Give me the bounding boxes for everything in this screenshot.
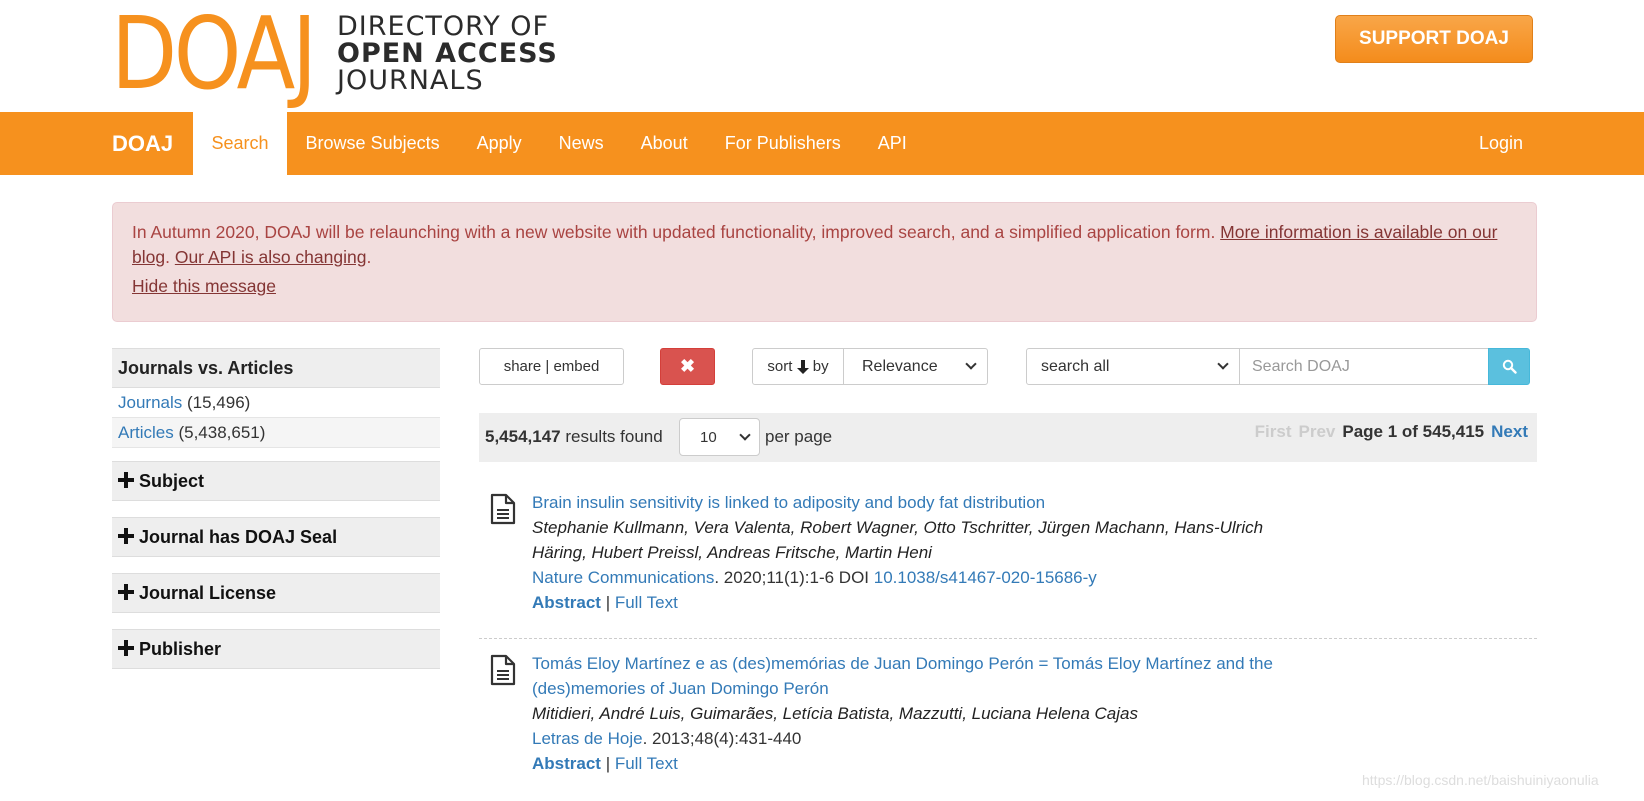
api-changing-link[interactable]: Our API is also changing: [175, 247, 367, 267]
relaunch-alert: In Autumn 2020, DOAJ will be relaunching…: [112, 202, 1537, 322]
plus-icon: [118, 584, 134, 600]
result-citation: Nature Communications. 2020;11(1):1-6 DO…: [532, 565, 1292, 590]
logo-line-1: DIRECTORY OF: [337, 11, 550, 42]
result-journal-link[interactable]: Letras de Hoje: [532, 729, 643, 748]
facet-journal-license-label: Journal License: [139, 583, 277, 603]
alert-text: In Autumn 2020, DOAJ will be relaunching…: [132, 222, 1221, 242]
main-navbar: DOAJ Search Browse Subjects Apply News A…: [0, 112, 1644, 175]
watermark: https://blog.csdn.net/baishuiniyaonulia: [1362, 772, 1599, 788]
search-field-select[interactable]: search all: [1026, 348, 1240, 385]
facet-sidebar: Journals vs. Articles Journals (15,496) …: [112, 348, 440, 669]
plus-icon: [118, 640, 134, 656]
results-total: 5,454,147: [485, 427, 561, 446]
results-found-label: results found: [560, 427, 663, 446]
logo-mark: DOAJ: [111, 0, 317, 112]
facet-journals-count: (15,496): [187, 393, 251, 412]
doaj-logo[interactable]: DOAJ DIRECTORY OF OPEN ACCESS JOURNALS: [111, 0, 558, 112]
site-header: DOAJ DIRECTORY OF OPEN ACCESS JOURNALS S…: [0, 0, 1644, 112]
search-input[interactable]: Search DOAJ: [1239, 348, 1489, 385]
result-authors: Mitidieri, André Luis, Guimarães, Letíci…: [532, 704, 1138, 723]
clear-search-button[interactable]: ✖: [660, 348, 715, 385]
article-document-icon: [490, 654, 516, 686]
result-journal-link[interactable]: Nature Communications: [532, 568, 714, 587]
facet-articles-row: Articles (5,438,651): [112, 418, 440, 448]
search-button[interactable]: [1488, 348, 1530, 385]
result-abstract-link[interactable]: Abstract: [532, 754, 601, 773]
results-bar: 5,454,147 results found 10 per page Firs…: [479, 413, 1537, 462]
result-body: Tomás Eloy Martínez e as (des)memórias d…: [532, 651, 1292, 776]
chevron-down-icon: [965, 358, 977, 370]
logo-wordmark: DIRECTORY OF OPEN ACCESS JOURNALS: [337, 13, 558, 94]
facet-journals-vs-articles-heading: Journals vs. Articles: [112, 348, 440, 388]
alert-end: .: [366, 247, 372, 267]
pager-prev: Prev: [1298, 422, 1336, 441]
result-body: Brain insulin sensitivity is linked to a…: [532, 490, 1292, 615]
chevron-down-icon: [739, 428, 751, 441]
result-links-separator: |: [600, 754, 615, 773]
result-citation: Letras de Hoje. 2013;48(4):431-440: [532, 726, 1292, 751]
arrow-down-icon: [796, 359, 809, 374]
nav-item-about[interactable]: About: [622, 112, 706, 175]
facet-toggle-publisher[interactable]: Publisher: [112, 629, 440, 669]
per-page-select[interactable]: 10: [679, 418, 760, 456]
login-link[interactable]: Login: [1459, 112, 1543, 175]
facet-toggle-doaj-seal[interactable]: Journal has DOAJ Seal: [112, 517, 440, 557]
result-citation-text: . 2020;11(1):1-6 DOI: [714, 568, 874, 587]
result-links-separator: |: [600, 593, 615, 612]
facet-articles-link[interactable]: Articles: [118, 423, 174, 442]
facet-publisher-label: Publisher: [139, 639, 222, 659]
sort-suffix: by: [812, 358, 829, 375]
nav-item-search[interactable]: Search: [193, 112, 288, 175]
nav-brand[interactable]: DOAJ: [112, 112, 173, 175]
search-field-value: search all: [1041, 357, 1110, 375]
facet-subject-label: Subject: [139, 471, 205, 491]
result-fulltext-link[interactable]: Full Text: [615, 593, 678, 612]
close-icon: ✖: [679, 356, 696, 376]
nav-item-for-publishers[interactable]: For Publishers: [706, 112, 859, 175]
pager-current: Page 1 of 545,415: [1342, 422, 1485, 441]
chevron-down-icon: [1217, 358, 1229, 370]
result-abstract-link[interactable]: Abstract: [532, 593, 601, 612]
result-links: Abstract | Full Text: [532, 751, 1292, 776]
facet-doaj-seal-label: Journal has DOAJ Seal: [139, 527, 338, 547]
nav-item-news[interactable]: News: [540, 112, 622, 175]
sort-prefix: sort: [767, 358, 793, 375]
result-divider: [479, 638, 1537, 639]
sort-field-value: Relevance: [862, 357, 938, 375]
per-page-label: per page: [765, 427, 833, 446]
per-page-value: 10: [700, 428, 717, 446]
sort-field-select[interactable]: Relevance: [843, 348, 988, 385]
facet-articles-count: (5,438,651): [178, 423, 266, 442]
result-doi-link[interactable]: 10.1038/s41467-020-15686-y: [874, 568, 1097, 587]
pager-first: First: [1254, 422, 1292, 441]
result-title-link[interactable]: Tomás Eloy Martínez e as (des)memórias d…: [532, 651, 1292, 701]
result-citation-text: . 2013;48(4):431-440: [642, 729, 802, 748]
nav-item-api[interactable]: API: [859, 112, 925, 175]
nav-item-apply[interactable]: Apply: [458, 112, 540, 175]
search-icon: [1502, 359, 1517, 374]
plus-icon: [118, 528, 134, 544]
nav-items: Search Browse Subjects Apply News About …: [193, 112, 925, 175]
facet-journals-link[interactable]: Journals: [118, 393, 182, 412]
results-count: 5,454,147 results found: [485, 427, 663, 447]
alert-separator: .: [165, 247, 175, 267]
sort-direction-button[interactable]: sort by: [752, 348, 844, 385]
facet-toggle-journal-license[interactable]: Journal License: [112, 573, 440, 613]
support-doaj-button[interactable]: SUPPORT DOAJ: [1335, 15, 1533, 63]
logo-line-2: OPEN ACCESS: [337, 38, 558, 69]
article-document-icon: [490, 493, 516, 525]
result-title-link[interactable]: Brain insulin sensitivity is linked to a…: [532, 490, 1292, 515]
hide-message-link[interactable]: Hide this message: [132, 274, 276, 299]
facet-toggle-subject[interactable]: Subject: [112, 461, 440, 501]
result-authors: Stephanie Kullmann, Vera Valenta, Robert…: [532, 518, 1264, 562]
share-embed-button[interactable]: share | embed: [479, 348, 624, 385]
result-fulltext-link[interactable]: Full Text: [615, 754, 678, 773]
logo-line-3: JOURNALS: [337, 65, 484, 96]
result-links: Abstract | Full Text: [532, 590, 1292, 615]
pager-next[interactable]: Next: [1491, 422, 1528, 442]
facet-journals-row: Journals (15,496): [112, 388, 440, 418]
pagination: First Prev Page 1 of 545,415 Next: [1255, 422, 1528, 442]
plus-icon: [118, 472, 134, 488]
nav-item-browse-subjects[interactable]: Browse Subjects: [287, 112, 458, 175]
